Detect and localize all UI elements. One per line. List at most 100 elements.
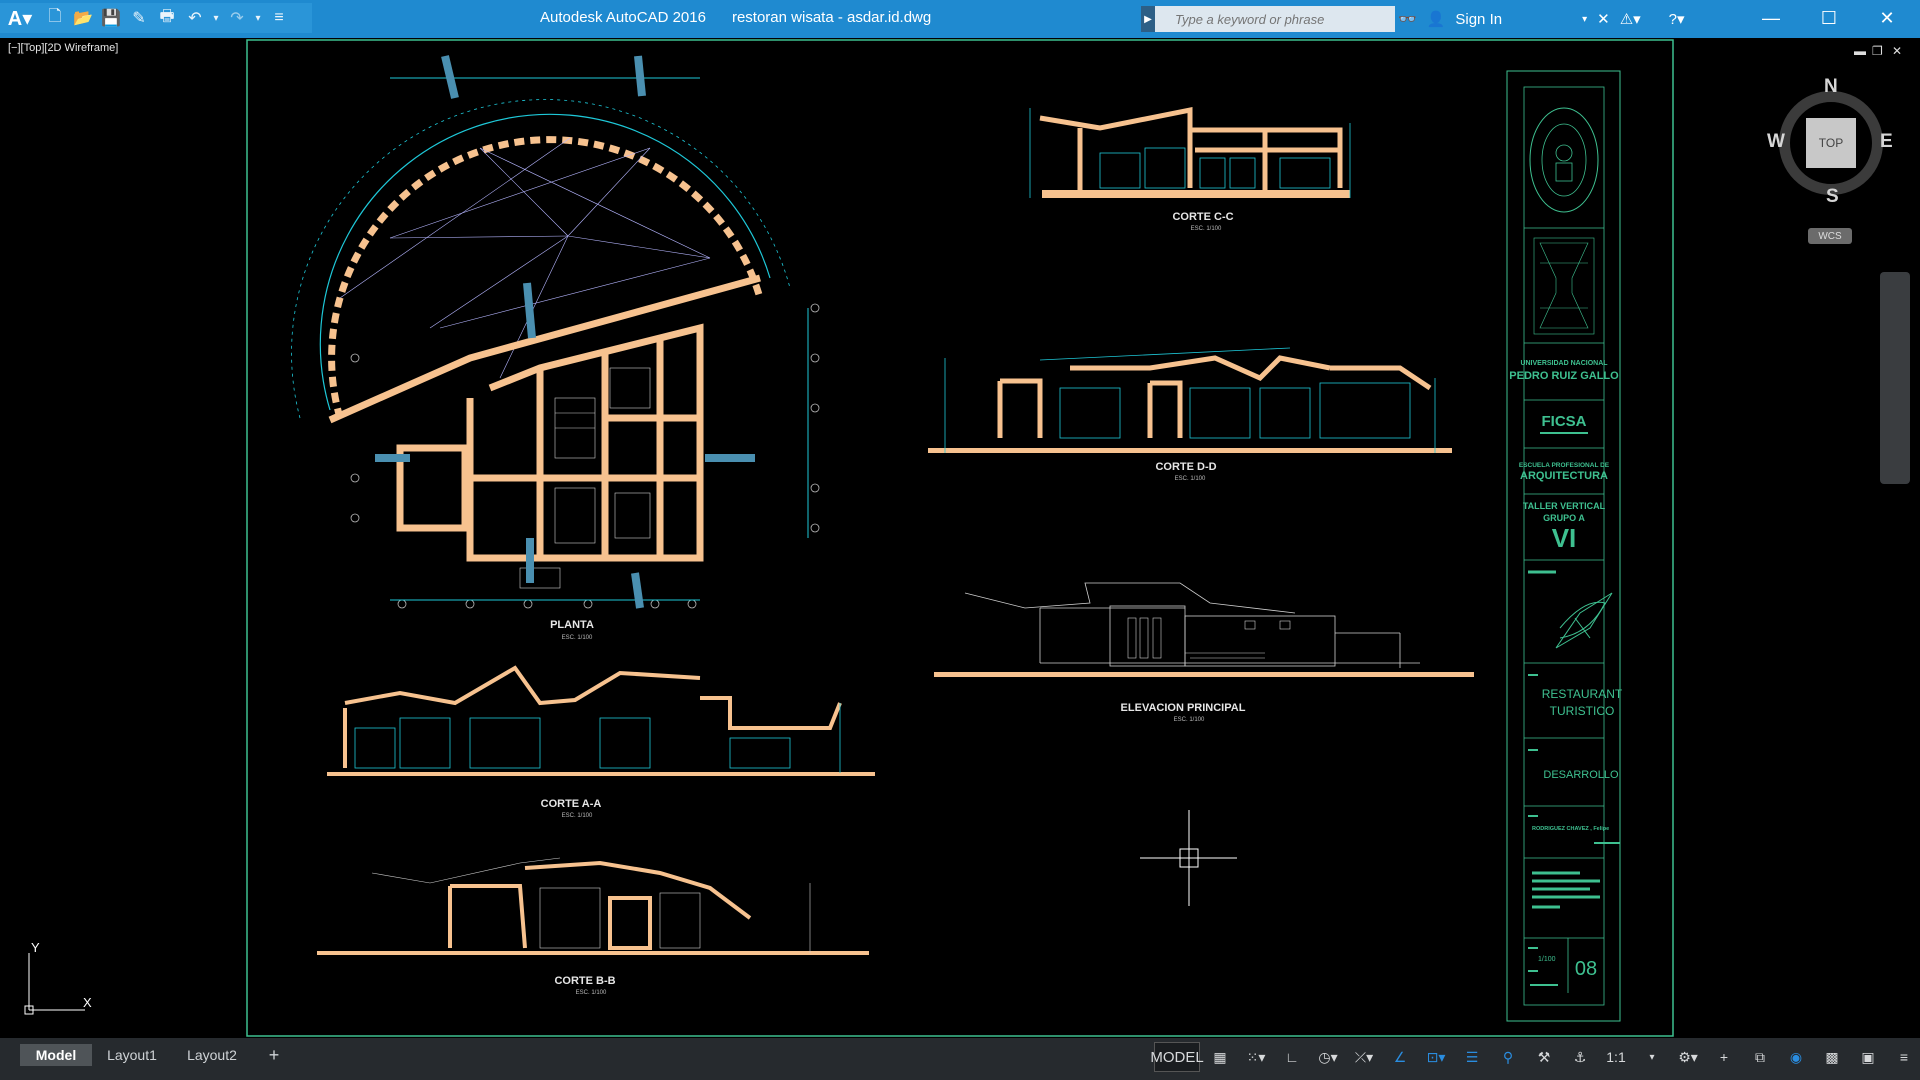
customization-icon[interactable]: ≡ xyxy=(1888,1043,1920,1071)
print-icon[interactable]: 🖶 xyxy=(154,5,180,31)
university-name-line1: UNIVERSIDAD NACIONAL xyxy=(1520,360,1608,367)
university-name-line2: PEDRO RUIZ GALLO xyxy=(1509,370,1619,382)
tab-layout2[interactable]: Layout2 xyxy=(176,1044,248,1066)
annotation-scale-button[interactable]: 1:1 xyxy=(1600,1043,1632,1071)
viewcube-top-face[interactable]: TOP xyxy=(1806,118,1856,168)
workspace-gear-icon[interactable]: ⚙▾ xyxy=(1672,1043,1704,1071)
sign-in-link[interactable]: Sign In xyxy=(1455,11,1502,28)
workshop-line2: GRUPO A xyxy=(1543,513,1585,523)
elevation-scale: ESC. 1/100 xyxy=(1174,717,1205,723)
transparency-icon[interactable]: ⚲ xyxy=(1492,1043,1524,1071)
navigation-bar[interactable] xyxy=(1880,272,1910,484)
minimize-button[interactable]: — xyxy=(1742,0,1800,36)
crosshair-cursor xyxy=(1140,810,1237,906)
compass-east[interactable]: E xyxy=(1880,131,1893,153)
annotation-scale-dropdown-icon[interactable]: ▾ xyxy=(1636,1043,1668,1071)
author-name: RODRIGUEZ CHAVEZ , Felipe xyxy=(1532,826,1609,832)
new-file-icon[interactable]: 🗋 xyxy=(42,5,68,31)
grid-icon[interactable]: ▦ xyxy=(1204,1043,1236,1071)
app-name: Autodesk AutoCAD 2016 xyxy=(540,9,706,26)
search-expand-icon[interactable]: ▶ xyxy=(1141,6,1155,32)
a360-icon[interactable]: ⚠▾ xyxy=(1620,10,1641,28)
school-line2: ARQUITECTURA xyxy=(1520,470,1608,482)
undo-dropdown-icon[interactable]: ▾ xyxy=(210,5,222,31)
maximize-button[interactable]: ☐ xyxy=(1800,0,1858,36)
close-button[interactable]: ✕ xyxy=(1858,0,1916,36)
workshop-line3: VI xyxy=(1552,523,1577,553)
isodraft-icon[interactable]: ⤫▾ xyxy=(1348,1043,1380,1071)
school-line1: ESCUELA PROFESIONAL DE xyxy=(1519,462,1610,469)
customize-toolbar-icon[interactable]: ≡ xyxy=(266,5,292,31)
search-box: ▶ xyxy=(1141,6,1395,32)
pattern-logo-icon xyxy=(1533,237,1595,335)
search-input[interactable] xyxy=(1173,10,1392,28)
compass-south[interactable]: S xyxy=(1826,186,1839,208)
workshop-line1: TALLER VERTICAL xyxy=(1523,501,1606,511)
ucs-y-label: Y xyxy=(31,940,40,955)
section-cc-scale: ESC. 1/100 xyxy=(1191,226,1222,232)
autocad-logo-icon[interactable]: A▾ xyxy=(0,3,40,33)
compass-north[interactable]: N xyxy=(1824,76,1838,98)
title-block: UNIVERSIDAD NACIONAL PEDRO RUIZ GALLO FI… xyxy=(1506,70,1623,1022)
add-layout-icon[interactable]: + xyxy=(262,1044,286,1066)
ucs-x-label: X xyxy=(83,995,92,1010)
plan-scale: ESC. 1/100 xyxy=(562,635,593,641)
units-icon[interactable]: ⧉ xyxy=(1744,1043,1776,1071)
plan-title: PLANTA xyxy=(550,619,594,631)
section-bb-title: CORTE B-B xyxy=(554,975,615,987)
auto-scale-icon[interactable]: ⚓ xyxy=(1564,1043,1596,1071)
ortho-icon[interactable]: ∟ xyxy=(1276,1043,1308,1071)
scale-value: 1/100 xyxy=(1538,956,1556,963)
model-space-button[interactable]: MODEL xyxy=(1150,1042,1204,1072)
main-elevation: ELEVACION PRINCIPAL ESC. 1/100 xyxy=(934,582,1474,723)
snap-icon[interactable]: ⁙▾ xyxy=(1240,1043,1272,1071)
drawing-canvas[interactable]: PLANTA ESC. 1/100 CORTE C-C ESC. 1/100 C… xyxy=(0,38,1920,1038)
lineweight-icon[interactable]: ☰ xyxy=(1456,1043,1488,1071)
user-icon[interactable]: 👤 xyxy=(1427,10,1446,28)
sheet-number: 08 xyxy=(1575,958,1597,980)
emblem-icon xyxy=(1555,592,1613,649)
quick-access-toolbar: A▾ 🗋 📂 💾 ✎ 🖶 ↶ ▾ ↷ ▾ ≡ xyxy=(0,3,312,33)
redo-dropdown-icon[interactable]: ▾ xyxy=(252,5,264,31)
object-snap-icon[interactable]: ⊡▾ xyxy=(1420,1043,1452,1071)
floor-plan: PLANTA ESC. 1/100 xyxy=(291,55,820,641)
open-file-icon[interactable]: 📂 xyxy=(70,5,96,31)
university-seal-icon xyxy=(1529,107,1599,213)
stage-label: DESARROLLO xyxy=(1543,769,1619,781)
save-as-icon[interactable]: ✎ xyxy=(126,5,152,31)
tab-model[interactable]: Model xyxy=(20,1044,92,1066)
annotation-visibility-icon[interactable]: ⚒ xyxy=(1528,1043,1560,1071)
exchange-apps-icon[interactable]: ✕ xyxy=(1597,10,1610,28)
faculty-name: FICSA xyxy=(1542,413,1587,430)
wcs-menu[interactable]: WCS xyxy=(1808,228,1852,244)
isolate-objects-icon[interactable]: ▩ xyxy=(1816,1043,1848,1071)
annotation-monitor-icon[interactable]: + xyxy=(1708,1043,1740,1071)
account-area: 👓 👤 Sign In ▾ ✕ ⚠▾ ?▾ xyxy=(1398,6,1685,32)
section-bb-scale: ESC. 1/100 xyxy=(576,990,607,996)
save-icon[interactable]: 💾 xyxy=(98,5,124,31)
sign-in-dropdown-icon[interactable]: ▾ xyxy=(1582,14,1587,25)
compass-west[interactable]: W xyxy=(1767,131,1785,153)
quick-properties-icon[interactable]: ◉ xyxy=(1780,1043,1812,1071)
elevation-title: ELEVACION PRINCIPAL xyxy=(1121,702,1246,714)
redo-icon[interactable]: ↷ xyxy=(224,5,250,31)
object-snap-tracking-icon[interactable]: ∠ xyxy=(1384,1043,1416,1071)
section-dd-title: CORTE D-D xyxy=(1155,461,1216,473)
section-aa: CORTE A-A ESC. 1/100 xyxy=(327,665,875,819)
project-line2: TURISTICO xyxy=(1550,704,1615,718)
project-line1: RESTAURANT xyxy=(1542,687,1623,701)
section-bb: CORTE B-B ESC. 1/100 xyxy=(317,857,869,996)
polar-tracking-icon[interactable]: ◷▾ xyxy=(1312,1043,1344,1071)
status-bar: MODEL ▦ ⁙▾ ∟ ◷▾ ⤫▾ ∠ ⊡▾ ☰ ⚲ ⚒ ⚓ 1:1 ▾ ⚙▾… xyxy=(1150,1040,1920,1074)
binoculars-icon[interactable]: 👓 xyxy=(1398,10,1417,28)
help-icon[interactable]: ?▾ xyxy=(1669,10,1685,28)
section-dd-scale: ESC. 1/100 xyxy=(1175,476,1206,482)
window-title: Autodesk AutoCAD 2016 restoran wisata - a… xyxy=(540,9,931,26)
ucs-icon xyxy=(24,953,85,1015)
hardware-acceleration-icon[interactable]: ▣ xyxy=(1852,1043,1884,1071)
section-aa-scale: ESC. 1/100 xyxy=(562,813,593,819)
tab-layout1[interactable]: Layout1 xyxy=(96,1044,168,1066)
section-aa-title: CORTE A-A xyxy=(541,798,602,810)
undo-icon[interactable]: ↶ xyxy=(182,5,208,31)
viewcube[interactable]: TOP N S E W xyxy=(1766,76,1896,208)
